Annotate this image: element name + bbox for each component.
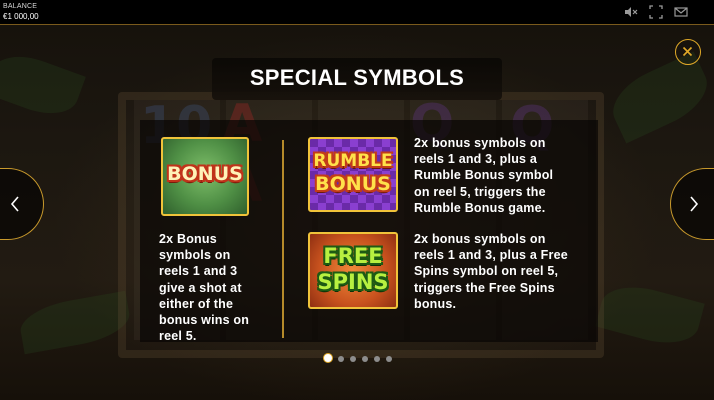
- rumble-bonus-art-text-line1: RUMBLE: [313, 151, 393, 171]
- message-icon[interactable]: [674, 5, 688, 19]
- top-bar: BALANCE €1 000,00: [0, 0, 714, 25]
- jungle-leaf-decoration: [603, 51, 714, 144]
- close-button[interactable]: [675, 39, 701, 65]
- close-icon: [682, 46, 693, 57]
- pagination-dots: [323, 353, 395, 365]
- free-spins-art-text-line2: SPINS: [317, 270, 389, 294]
- balance-label: BALANCE: [3, 3, 38, 10]
- page-dot[interactable]: [362, 356, 368, 362]
- page-dot[interactable]: [374, 356, 380, 362]
- mute-icon[interactable]: [624, 5, 638, 19]
- page-title: SPECIAL SYMBOLS: [249, 65, 465, 90]
- page-dot[interactable]: [338, 356, 344, 362]
- chevron-left-icon: [10, 196, 19, 212]
- fullscreen-icon[interactable]: [649, 5, 663, 19]
- page-dot-active[interactable]: [323, 353, 333, 363]
- bonus-symbol-image: BONUS: [161, 137, 249, 216]
- jungle-leaf-decoration: [595, 277, 705, 353]
- page-dot[interactable]: [350, 356, 356, 362]
- chevron-right-icon: [690, 196, 699, 212]
- column-divider: [282, 140, 284, 338]
- free-spins-symbol-image: FREE SPINS: [308, 232, 398, 309]
- free-spins-description: 2x bonus symbols on reels 1 and 3, plus …: [414, 232, 568, 311]
- jungle-leaf-decoration: [16, 290, 134, 355]
- rumble-bonus-description: 2x bonus symbols on reels 1 and 3, plus …: [414, 136, 554, 215]
- jungle-leaf-decoration: [0, 46, 86, 124]
- balance-value: €1 000,00: [3, 12, 39, 21]
- bonus-symbol-description: 2x Bonus symbols on reels 1 and 3 give a…: [159, 232, 250, 344]
- page-dot[interactable]: [386, 356, 392, 362]
- rumble-bonus-symbol-image: RUMBLE BONUS: [308, 137, 398, 212]
- bonus-symbol-art-text: BONUS: [167, 163, 243, 185]
- free-spins-art-text-line1: FREE: [323, 244, 383, 268]
- rumble-bonus-art-text-line2: BONUS: [315, 173, 391, 195]
